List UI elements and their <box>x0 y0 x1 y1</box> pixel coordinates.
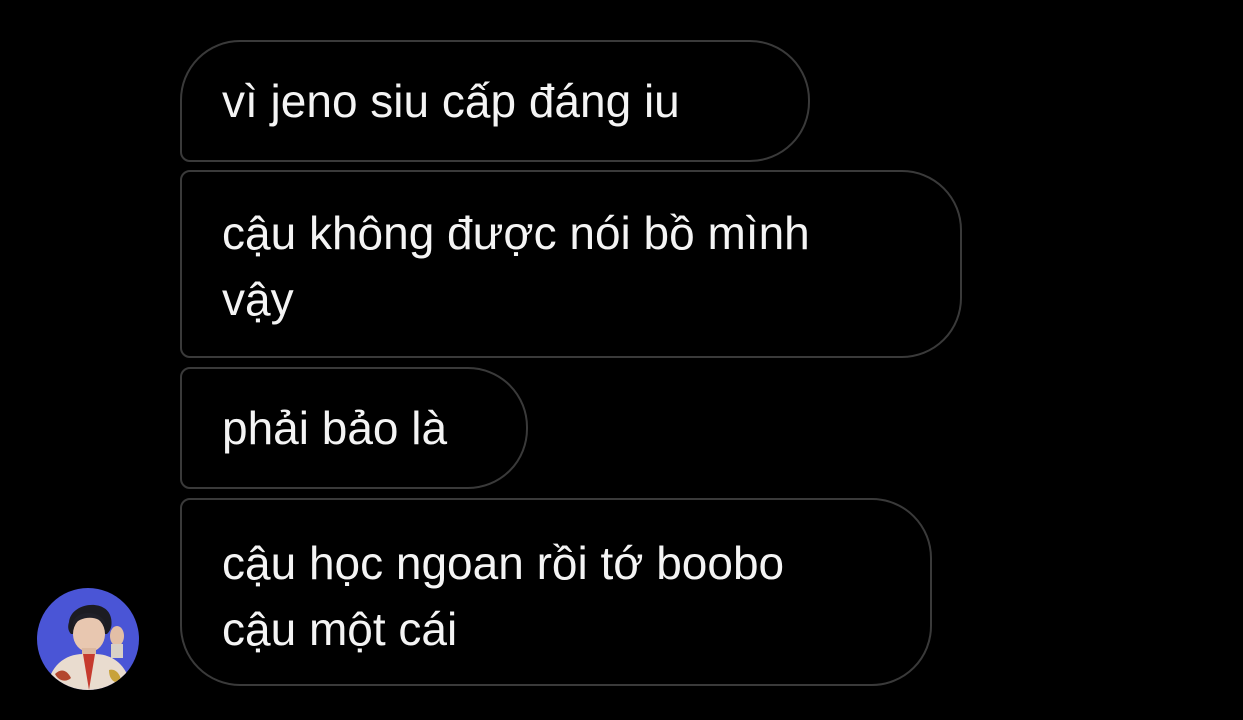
message-text: vậy <box>222 273 294 325</box>
message-text: vì jeno siu cấp đáng iu <box>222 75 680 127</box>
message-bubble[interactable]: cậu không được nói bồ mình vậy <box>180 170 962 358</box>
message-text: cậu không được nói bồ mình <box>222 207 810 259</box>
message-text: phải bảo là <box>222 402 448 454</box>
message-thread: vì jeno siu cấp đáng iu cậu không được n… <box>0 0 1243 720</box>
avatar-image <box>37 588 139 690</box>
message-bubble[interactable]: cậu học ngoan rồi tớ boobo cậu một cái <box>180 498 932 686</box>
message-text: cậu học ngoan rồi tớ boobo <box>222 537 785 589</box>
message-text: cậu một cái <box>222 603 458 655</box>
message-bubble[interactable]: vì jeno siu cấp đáng iu <box>180 40 810 162</box>
sender-avatar[interactable] <box>37 588 139 690</box>
message-bubble[interactable]: phải bảo là <box>180 367 528 489</box>
